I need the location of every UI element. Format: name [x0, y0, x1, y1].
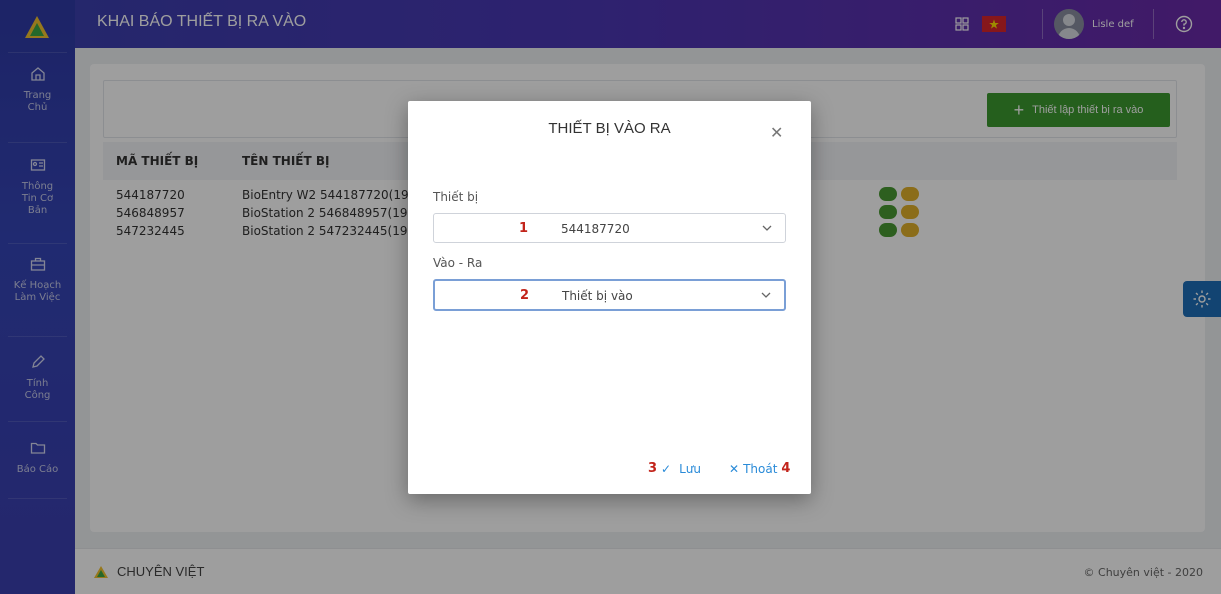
- chevron-down-icon: [762, 225, 772, 231]
- direction-select[interactable]: 2 Thiết bị vào: [433, 279, 786, 311]
- device-select[interactable]: 1 544187720: [433, 213, 786, 243]
- device-select-value: 544187720: [561, 222, 630, 236]
- direction-label: Vào - Ra: [433, 256, 483, 270]
- device-modal: THIẾT BỊ VÀO RA ✕ Thiết bị 1 544187720 V…: [408, 101, 811, 494]
- close-icon: ✕: [729, 461, 740, 476]
- step-marker: 3: [648, 461, 658, 476]
- check-icon: ✓: [661, 461, 672, 476]
- modal-title: THIẾT BỊ VÀO RA: [548, 120, 671, 137]
- close-icon[interactable]: ✕: [770, 123, 783, 142]
- direction-select-value: Thiết bị vào: [562, 289, 633, 303]
- step-marker: 2: [520, 288, 530, 303]
- save-button[interactable]: 3 ✓ Lưu: [648, 461, 701, 476]
- device-label: Thiết bị: [433, 190, 479, 204]
- step-marker: 1: [519, 221, 529, 236]
- step-marker: 4: [781, 461, 791, 476]
- exit-button[interactable]: ✕ Thoát 4: [729, 461, 790, 476]
- chevron-down-icon: [761, 292, 771, 298]
